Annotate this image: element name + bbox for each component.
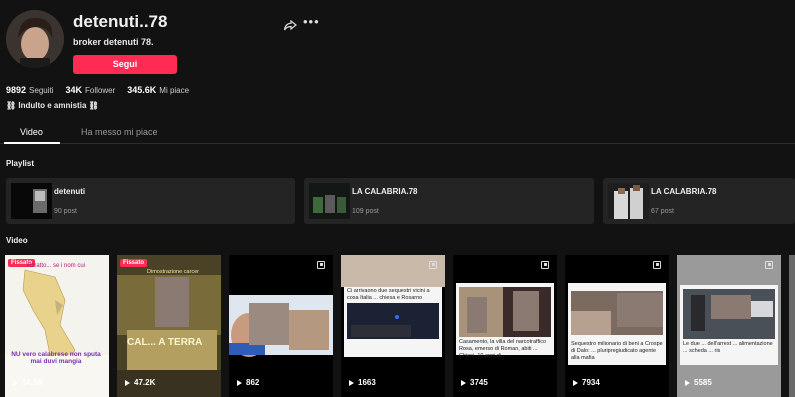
playlist-card[interactable]: detenuti 90 post bbox=[6, 178, 295, 224]
more-icon[interactable]: ••• bbox=[303, 15, 319, 29]
tab-liked[interactable]: Ha messo mi piace bbox=[81, 127, 158, 137]
video-views: 3745 bbox=[461, 378, 488, 387]
playlist-card[interactable]: LA CALABRIA.78 109 post bbox=[304, 178, 594, 224]
image-carousel-icon bbox=[653, 261, 661, 269]
playlist-heading: Playlist bbox=[6, 159, 35, 168]
playlist-card[interactable]: LA CALABRIA.78 67 post bbox=[603, 178, 795, 224]
play-icon bbox=[573, 379, 578, 386]
video-views: 47.2K bbox=[125, 378, 155, 387]
video-views: 862 bbox=[237, 378, 259, 387]
playlist-thumbnail bbox=[11, 183, 52, 219]
playlist-count: 109 post bbox=[352, 208, 379, 215]
playlist-name: detenuti bbox=[54, 187, 86, 196]
playlist-thumbnail bbox=[608, 183, 649, 219]
play-icon bbox=[349, 379, 354, 386]
play-icon bbox=[13, 379, 18, 386]
stat-likes: 345.6K Mi piace bbox=[127, 85, 190, 95]
video-card[interactable]: 862 bbox=[229, 255, 333, 397]
video-caption: Ci arrivaono due sequestri vicini a cosa… bbox=[347, 288, 430, 301]
playlist-count: 90 post bbox=[54, 208, 77, 215]
video-caption: NU vero calabrese non sputa mai duvi man… bbox=[11, 351, 101, 365]
video-card[interactable]: Fissato Ritratto... se i nom cui NU vero… bbox=[5, 255, 109, 397]
profile-username: detenuti..78 bbox=[73, 12, 168, 31]
profile-stats: 9892 Seguiti 34K Follower 345.6K Mi piace bbox=[6, 85, 189, 95]
stat-following[interactable]: 9892 Seguiti bbox=[6, 85, 54, 95]
image-carousel-icon bbox=[765, 261, 773, 269]
play-icon bbox=[125, 379, 130, 386]
play-icon bbox=[685, 379, 690, 386]
follow-button[interactable]: Segui bbox=[73, 55, 177, 74]
video-card[interactable]: Le due ... dell'arrest ... alimentazione… bbox=[677, 255, 781, 397]
playlist-count: 67 post bbox=[651, 208, 674, 215]
video-heading: Video bbox=[6, 236, 28, 245]
playlist-name: LA CALABRIA.78 bbox=[651, 187, 717, 196]
image-carousel-icon bbox=[541, 261, 549, 269]
tab-video[interactable]: Video bbox=[20, 127, 43, 137]
video-caption: Casamento, la villa del narcotraffico Ro… bbox=[459, 339, 547, 359]
stat-followers[interactable]: 34K Follower bbox=[66, 85, 116, 95]
share-icon[interactable] bbox=[283, 18, 297, 32]
profile-bio: ⛓ Indulto e amnistia ⛓ bbox=[6, 101, 99, 110]
video-caption-top: Dimostrazione carcer bbox=[147, 269, 199, 275]
tab-underline bbox=[4, 142, 60, 144]
video-card[interactable]: Casamento, la villa del narcotraffico Ro… bbox=[453, 255, 557, 397]
video-card[interactable]: Fissato Dimostrazione carcer CAL... A TE… bbox=[117, 255, 221, 397]
video-views: 1663 bbox=[349, 378, 376, 387]
image-carousel-icon bbox=[429, 261, 437, 269]
video-caption-top: Ritratto... se i nom cui bbox=[27, 263, 86, 269]
video-card[interactable]: Sequestro milionario di beni a Crospe di… bbox=[565, 255, 669, 397]
video-caption: Sequestro milionario di beni a Crospe di… bbox=[571, 341, 663, 361]
video-views: 7934 bbox=[573, 378, 600, 387]
image-carousel-icon bbox=[317, 261, 325, 269]
playlist-thumbnail bbox=[309, 183, 350, 219]
play-icon bbox=[237, 379, 242, 386]
playlist-name: LA CALABRIA.78 bbox=[352, 187, 418, 196]
pinned-badge: Fissato bbox=[120, 259, 148, 267]
avatar[interactable] bbox=[6, 10, 64, 68]
video-views: 5585 bbox=[685, 378, 712, 387]
profile-nickname: broker detenuti 78. bbox=[73, 37, 154, 47]
video-caption: Le due ... dell'arrest ... alimentazione… bbox=[683, 341, 773, 354]
video-views: 14.5K bbox=[13, 378, 43, 387]
tab-bar: Video Ha messo mi piace bbox=[0, 122, 795, 144]
video-caption: CAL... A TERRA bbox=[127, 337, 203, 348]
play-icon bbox=[461, 379, 466, 386]
video-card[interactable]: Ci arrivaono due sequestri vicini a cosa… bbox=[341, 255, 445, 397]
video-card-partial[interactable] bbox=[789, 255, 795, 397]
